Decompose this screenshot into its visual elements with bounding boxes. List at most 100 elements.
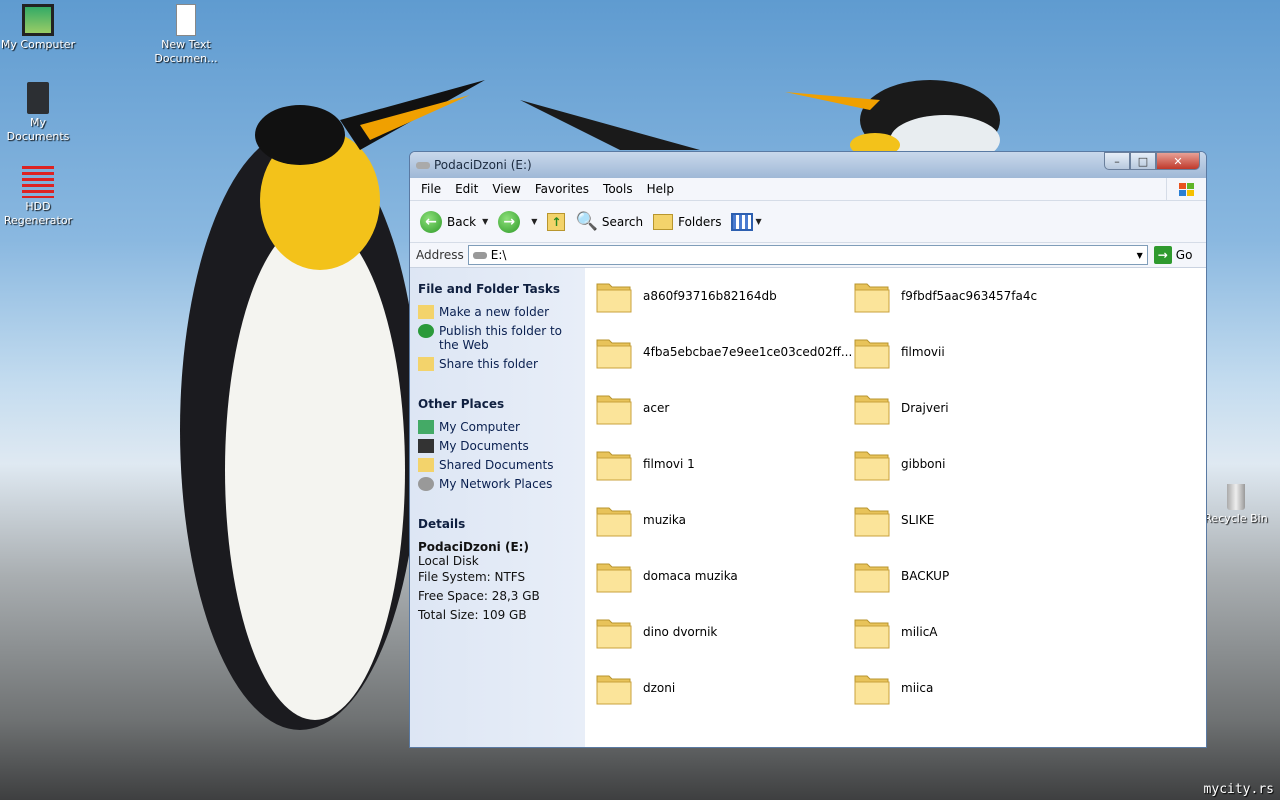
total-size: Total Size: 109 GB [418,608,527,622]
menu-view[interactable]: View [485,182,527,196]
folder-item[interactable]: 4fba5ebcbae7e9ee1ce03ced02ff... [595,334,852,370]
folder-item[interactable]: milicA [853,614,938,650]
folder-name: BACKUP [901,569,950,583]
folder-icon [854,395,890,425]
drive-type: Local Disk [418,554,479,568]
folder-icon [596,395,632,425]
address-input[interactable]: E:\ ▼ [467,245,1148,265]
folder-name: dino dvornik [643,625,718,639]
drive-icon [472,251,487,259]
folder-name: a860f93716b82164db [643,289,777,303]
place-shared-documents[interactable]: Shared Documents [418,458,585,472]
up-folder-button[interactable]: ↑ [547,212,566,231]
folders-icon [653,213,674,230]
desktop-icon-recycle-bin[interactable]: Recycle Bin [1198,484,1274,526]
menu-edit[interactable]: Edit [448,182,485,196]
minimize-button[interactable]: – [1104,152,1130,170]
folder-item[interactable]: dino dvornik [595,614,717,650]
watermark: mycity.rs [1203,782,1274,797]
folder-name: muzika [643,513,687,527]
explorer-window: PodaciDzoni (E:) – □ ✕ File Edit View Fa… [409,151,1207,748]
folder-item[interactable]: dzoni [595,670,675,706]
place-my-documents[interactable]: My Documents [418,439,585,453]
folder-item[interactable]: acer [595,390,669,426]
title-bar[interactable]: PodaciDzoni (E:) – □ ✕ [410,152,1206,178]
network-icon [418,477,434,491]
file-folder-tasks: File and Folder Tasks Make a new folder … [418,282,585,371]
views-button[interactable]: ▼ [731,212,762,231]
folder-icon [854,339,890,369]
maximize-button[interactable]: □ [1130,152,1156,170]
drive-icon [416,161,430,169]
menu-favorites[interactable]: Favorites [528,182,596,196]
place-my-network-places[interactable]: My Network Places [418,477,585,491]
folder-name: domaca muzika [643,569,738,583]
folder-item[interactable]: a860f93716b82164db [595,278,777,314]
go-button[interactable]: → Go [1153,246,1192,264]
folder-item[interactable]: BACKUP [853,558,949,594]
views-dropdown-icon: ▼ [755,217,762,226]
desktop-icon-hdd-regenerator[interactable]: HDD Regenerator [0,166,76,228]
documents-icon [27,82,49,114]
folder-icon [418,458,434,472]
section-title: Details [418,517,466,531]
drive-name: PodaciDzoni (E:) [418,540,529,554]
documents-icon [418,439,434,453]
folder-name: 4fba5ebcbae7e9ee1ce03ced02ff... [643,345,853,359]
section-title: Other Places [418,397,505,411]
details-section: Details PodaciDzoni (E:) Local Disk File… [418,517,585,625]
forward-arrow-icon: → [498,210,521,233]
forward-button[interactable]: → ▼ [498,210,537,233]
menu-file[interactable]: File [414,182,448,196]
text-document-icon [176,4,196,36]
address-dropdown-icon[interactable]: ▼ [1137,251,1143,260]
folder-item[interactable]: gibboni [853,446,945,482]
folder-view: a860f93716b82164db f9fbdf5aac963457fa4c 4f… [585,268,1206,747]
toolbar: ← Back ▼ → ▼ ↑ 🔍 Search Folders ▼ [410,201,1206,243]
views-icon [731,212,754,231]
file-system: File System: NTFS [418,570,526,584]
window-title: PodaciDzoni (E:) [434,158,532,172]
place-my-computer[interactable]: My Computer [418,420,585,434]
task-publish-folder[interactable]: Publish this folder to the Web [418,324,585,352]
folder-item[interactable]: SLIKE [853,502,934,538]
task-make-new-folder[interactable]: Make a new folder [418,305,585,319]
folder-icon [854,451,890,481]
menu-help[interactable]: Help [640,182,681,196]
back-dropdown-icon[interactable]: ▼ [482,217,488,226]
computer-icon [22,4,54,36]
close-button[interactable]: ✕ [1156,152,1200,170]
folder-name: miica [901,681,934,695]
folder-icon [596,563,632,593]
folder-icon [596,451,632,481]
folder-name: gibboni [901,457,946,471]
folder-item[interactable]: filmovii [853,334,945,370]
desktop-icon-my-computer[interactable]: My Computer [0,4,76,52]
menu-tools[interactable]: Tools [596,182,640,196]
folder-name: filmovi 1 [643,457,695,471]
folder-item[interactable]: muzika [595,502,686,538]
folder-name: filmovii [901,345,945,359]
address-label: Address [416,248,464,262]
forward-dropdown-icon[interactable]: ▼ [531,217,537,226]
folder-icon [854,563,890,593]
folder-item[interactable]: miica [853,670,933,706]
share-folder-icon [418,357,434,371]
folder-item[interactable]: Drajveri [853,390,949,426]
folder-item[interactable]: filmovi 1 [595,446,695,482]
folder-item[interactable]: f9fbdf5aac963457fa4c [853,278,1037,314]
address-bar: Address E:\ ▼ → Go [410,243,1206,268]
task-share-folder[interactable]: Share this folder [418,357,585,371]
folder-item[interactable]: domaca muzika [595,558,738,594]
search-button[interactable]: 🔍 Search [575,211,643,232]
desktop-icon-my-documents[interactable]: My Documents [0,82,76,144]
folder-icon [596,283,632,313]
folders-button[interactable]: Folders [653,213,721,230]
up-folder-icon: ↑ [547,212,566,231]
back-button[interactable]: ← Back ▼ [420,210,488,233]
folder-name: milicA [901,625,938,639]
globe-icon [418,324,434,338]
windows-logo-icon [1166,178,1206,201]
desktop-icon-new-text-document[interactable]: New Text Documen... [148,4,224,66]
computer-icon [418,420,434,434]
